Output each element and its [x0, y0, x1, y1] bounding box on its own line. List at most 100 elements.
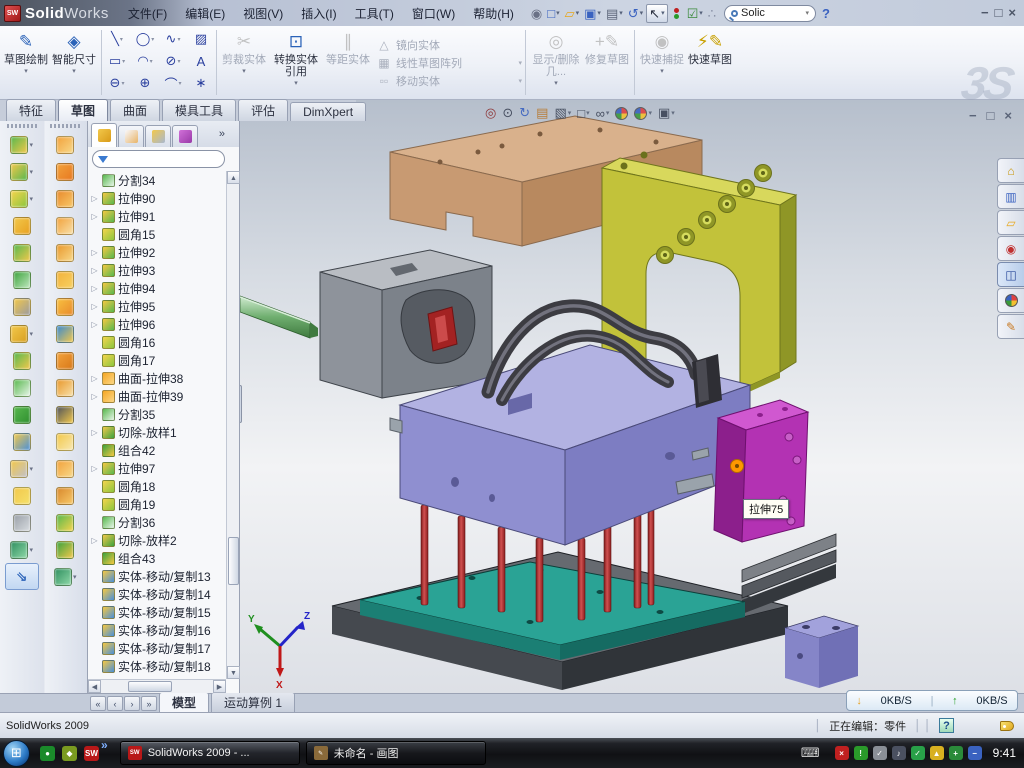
tree-item-24[interactable]: 实体-移动/复制15 [90, 603, 226, 621]
spline-tool-button[interactable]: ▾ [10, 536, 33, 563]
linear-pattern-dropdown-icon[interactable]: ▾ [518, 59, 522, 67]
tree-item-16[interactable]: ▷拉伸97 [90, 459, 226, 477]
selection-box-button[interactable]: ▨ [187, 28, 215, 50]
command-tab-5[interactable]: DimXpert [290, 102, 366, 121]
search-input[interactable]: Solic ▾ [724, 5, 816, 22]
volume-icon[interactable]: ♪ [892, 746, 906, 760]
tab-nav-0[interactable]: « [90, 696, 106, 711]
security-icon[interactable]: ◆ [62, 746, 77, 761]
view-palette-tab[interactable]: ◫ [997, 262, 1024, 287]
paint-task[interactable]: ✎未命名 - 画图 [306, 741, 486, 765]
tree-item-2[interactable]: ▷拉伸91 [90, 207, 226, 225]
tab-nav-2[interactable]: › [124, 696, 140, 711]
search-dropdown-icon[interactable]: ▾ [806, 9, 810, 17]
doc-restore-button[interactable]: □ [987, 108, 995, 123]
dimxpertmanager-tab[interactable] [172, 125, 198, 147]
expand-arrow-icon[interactable]: ▷ [90, 374, 99, 383]
linear-sketch-pattern-button[interactable]: ▦ 线性草图阵列 ▾ [376, 55, 522, 71]
save-dropdown-icon[interactable]: ▾ [597, 9, 601, 17]
more-tools-button[interactable]: ∴ [706, 5, 718, 22]
shield-ok-icon[interactable]: ! [854, 746, 868, 760]
doc-close-button[interactable]: × [1004, 108, 1012, 123]
tree-item-10[interactable]: 圆角17 [90, 351, 226, 369]
swept-surface-button[interactable] [56, 185, 74, 212]
undo-dropdown-icon[interactable]: ▾ [640, 9, 644, 17]
point-button[interactable]: ∗ [187, 72, 215, 94]
expand-arrow-icon[interactable]: ▷ [90, 536, 99, 545]
messenger-tray-icon[interactable]: ✓ [911, 746, 925, 760]
menu-5[interactable]: 窗口(W) [403, 0, 464, 26]
print-button[interactable]: ▤▾ [604, 5, 625, 22]
save-button[interactable]: ▣▾ [582, 5, 603, 22]
move-copy-button[interactable] [13, 428, 31, 455]
tree-item-19[interactable]: 分割36 [90, 513, 226, 531]
tree-item-21[interactable]: 组合43 [90, 549, 226, 567]
defender-icon[interactable]: + [949, 746, 963, 760]
tree-item-6[interactable]: ▷拉伸94 [90, 279, 226, 297]
hide-show-items-button[interactable]: ∞▾ [596, 106, 610, 121]
vertical-scroll-thumb[interactable] [228, 537, 239, 585]
rapid-sketch-button[interactable]: ⚡✎ 快速草图 [686, 29, 734, 96]
antivirus-alert-icon[interactable]: × [835, 746, 849, 760]
zoom-fit-button[interactable]: ◎ [485, 105, 496, 121]
select-arrow-button[interactable]: ↖▾ [646, 4, 667, 23]
expand-arrow-icon[interactable]: ▷ [90, 284, 99, 293]
expand-arrow-icon[interactable]: ▷ [90, 392, 99, 401]
boss-extrude-button[interactable]: ▾ [10, 131, 33, 158]
freeform-button[interactable]: ▾ [54, 563, 77, 590]
sync-blocked-icon[interactable]: − [968, 746, 982, 760]
smart-dimension-button[interactable]: ◈ 智能尺寸 ▾ [50, 29, 98, 96]
menu-2[interactable]: 视图(V) [234, 0, 292, 26]
expand-arrow-icon[interactable]: ▷ [90, 302, 99, 311]
dimension-button[interactable]: ▾ [10, 455, 33, 482]
offset-entities-button[interactable]: ∥ 等距实体 [324, 29, 372, 96]
trim-entities-button[interactable]: ✂ 剪裁实体 ▾ [220, 29, 268, 96]
parting-line-button[interactable] [56, 482, 74, 509]
toolbar-drag-handle[interactable] [50, 124, 80, 128]
display-style-button[interactable]: □▾ [577, 106, 589, 121]
select-arrow-dropdown-icon[interactable]: ▾ [661, 9, 665, 17]
custom-properties-tab[interactable]: ✎ [997, 314, 1024, 339]
status-help-icon[interactable]: ? [939, 718, 954, 733]
tree-filter-input[interactable] [92, 150, 225, 168]
ruled-surface-button[interactable] [56, 320, 74, 347]
tree-item-13[interactable]: 分割35 [90, 405, 226, 423]
help-button[interactable]: ? [822, 6, 830, 21]
command-tab-3[interactable]: 模具工具 [162, 99, 236, 121]
tree-item-12[interactable]: ▷曲面-拉伸39 [90, 387, 226, 405]
tree-item-5[interactable]: ▷拉伸93 [90, 261, 226, 279]
fillet-button[interactable]: ▾ [10, 185, 33, 212]
expand-arrow-icon[interactable]: ▷ [90, 266, 99, 275]
pin-button[interactable]: ◉ [529, 5, 544, 22]
options-list-button[interactable]: ☑▾ [685, 5, 705, 22]
expand-arrow-icon[interactable]: ▷ [90, 248, 99, 257]
arc-button[interactable]: ◠▾ [131, 50, 159, 72]
sketch-text-button[interactable]: A [187, 50, 215, 72]
extruded-surface-button[interactable] [56, 131, 74, 158]
tree-item-4[interactable]: ▷拉伸92 [90, 243, 226, 261]
smart-dimension-dropdown-icon[interactable]: ▾ [72, 67, 76, 75]
print-dropdown-icon[interactable]: ▾ [619, 9, 623, 17]
design-library-tab[interactable]: ▥ [997, 184, 1024, 209]
edit-appearance-button[interactable] [615, 107, 628, 120]
command-tab-2[interactable]: 曲面 [110, 99, 160, 121]
new-file-button[interactable]: □▾ [545, 5, 561, 22]
body-button[interactable] [13, 401, 31, 428]
rectangle-button[interactable]: ▭▾ [103, 50, 131, 72]
bend-button[interactable] [56, 374, 74, 401]
delete-face-button[interactable] [56, 401, 74, 428]
rotate-view-button[interactable]: ↻ [519, 105, 530, 121]
expand-arrow-icon[interactable]: ▷ [90, 320, 99, 329]
tab-model[interactable]: 模型 [159, 692, 209, 712]
extruded-cut-button[interactable]: ▾ [10, 158, 33, 185]
tree-item-8[interactable]: ▷拉伸96 [90, 315, 226, 333]
wireless-warn-icon[interactable]: ▲ [930, 746, 944, 760]
scroll-left-icon[interactable]: ◀ [88, 680, 101, 693]
file-explorer-tab[interactable]: ▱ [997, 210, 1024, 235]
tree-item-3[interactable]: 圆角15 [90, 225, 226, 243]
tree-item-25[interactable]: 实体-移动/复制16 [90, 621, 226, 639]
lofted-surface-button[interactable] [56, 212, 74, 239]
convert-entities-dropdown-icon[interactable]: ▾ [294, 79, 298, 87]
menu-4[interactable]: 工具(T) [346, 0, 403, 26]
scroll-down-icon[interactable]: ▼ [227, 666, 240, 679]
